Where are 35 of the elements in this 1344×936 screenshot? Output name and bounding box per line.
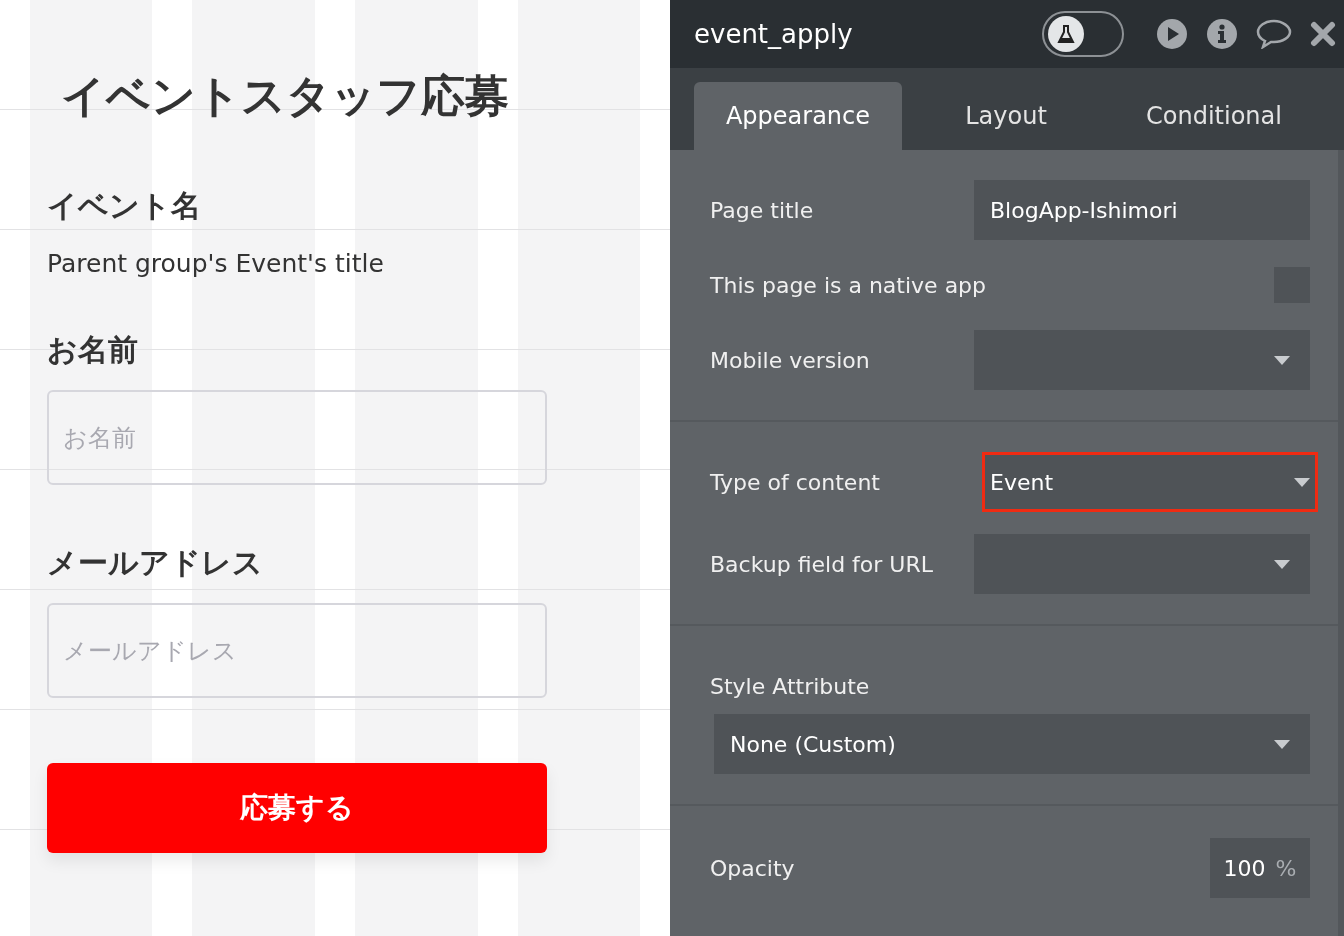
dropdown[interactable]: None (Custom) [714, 714, 1310, 774]
input-field[interactable]: お名前 [47, 390, 547, 485]
text-field[interactable]: BlogApp-Ishimori [974, 180, 1310, 240]
property-label: Opacity [710, 855, 796, 881]
caret-icon [1274, 355, 1290, 365]
number-value: 100 [1223, 855, 1266, 881]
caret-icon [1294, 477, 1310, 487]
info-icon[interactable] [1206, 18, 1238, 50]
tab[interactable]: Layout [902, 82, 1110, 150]
speech-bubble-icon[interactable] [1256, 19, 1292, 49]
dropdown[interactable]: Event [982, 452, 1318, 512]
property-label: Mobile version [710, 347, 871, 373]
tab[interactable]: Conditional [1110, 82, 1318, 150]
page-name: event_apply [694, 19, 854, 49]
field-label: お名前 [47, 331, 138, 369]
property-label: Type of content [710, 469, 881, 495]
unit-label: % [1275, 855, 1297, 881]
test-mode-toggle[interactable] [1042, 11, 1124, 57]
number-field[interactable]: 100 % [1210, 838, 1310, 898]
flask-icon [1056, 24, 1076, 44]
property-label: This page is a native app [710, 272, 988, 298]
caret-icon [1274, 559, 1290, 569]
page-heading: イベントスタッフ応募 [61, 69, 509, 123]
close-icon[interactable] [1310, 21, 1336, 47]
submit-button[interactable]: 応募する [47, 763, 547, 853]
tab[interactable]: Appearance [694, 82, 902, 150]
field-label: イベント名 [47, 187, 201, 225]
property-label: Style Attribute [710, 674, 870, 699]
play-icon[interactable] [1156, 18, 1188, 50]
field-label: メールアドレス [47, 544, 263, 582]
property-label: Page title [710, 197, 815, 223]
dynamic-text: Parent group's Event's title [47, 248, 384, 280]
property-label: Backup field for URL [710, 551, 934, 577]
input-field[interactable]: メールアドレス [47, 603, 547, 698]
caret-icon [1274, 739, 1290, 749]
